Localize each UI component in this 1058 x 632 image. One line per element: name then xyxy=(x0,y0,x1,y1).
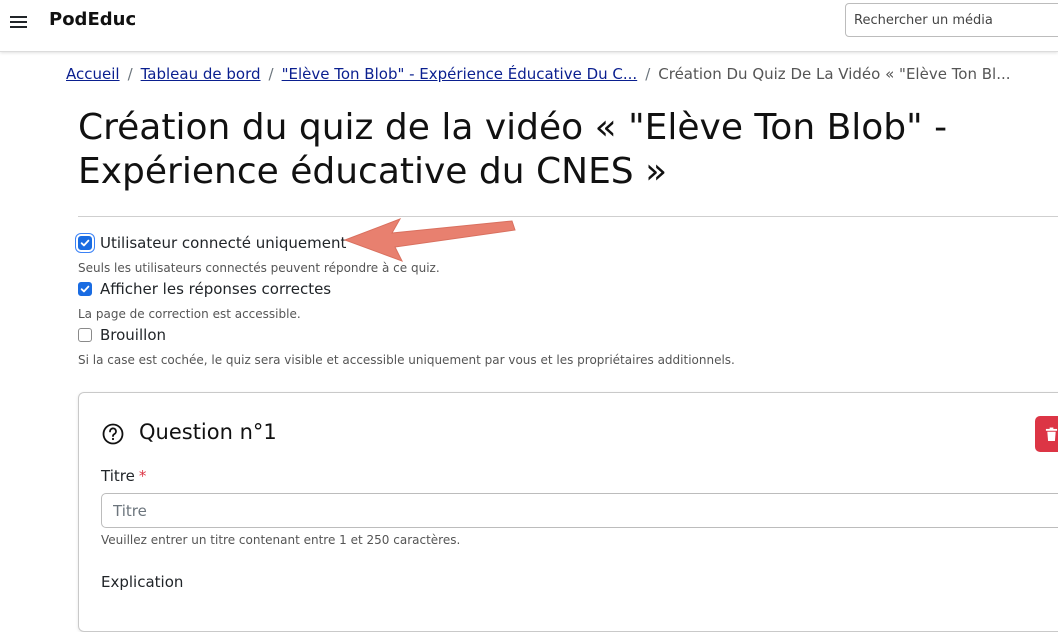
page-title: Création du quiz de la vidéo « "Elève To… xyxy=(78,107,948,192)
show-correct-answers-checkbox[interactable] xyxy=(78,282,92,296)
search-input[interactable] xyxy=(845,3,1058,37)
check-icon xyxy=(80,285,90,293)
breadcrumb-separator: / xyxy=(645,65,651,83)
title-input[interactable] xyxy=(101,493,1058,528)
show-correct-answers-help: La page de correction est accessible. xyxy=(78,307,301,321)
draft-checkbox[interactable] xyxy=(78,328,92,342)
draft-help: Si la case est cochée, le quiz sera visi… xyxy=(78,353,735,367)
question-circle-icon xyxy=(102,423,124,445)
title-field-label: Titre * xyxy=(101,467,146,485)
draft-label: Brouillon xyxy=(100,326,166,344)
annotation-arrow-icon xyxy=(343,218,516,262)
breadcrumb-current: Création Du Quiz De La Vidéo « "Elève To… xyxy=(658,65,1011,83)
title-label-text: Titre xyxy=(101,467,135,485)
top-navbar: PodEduc xyxy=(0,0,1058,52)
logged-in-only-checkbox[interactable] xyxy=(78,236,92,250)
breadcrumb-link-video[interactable]: "Elève Ton Blob" - Expérience Éducative … xyxy=(282,65,638,83)
breadcrumb-link-home[interactable]: Accueil xyxy=(66,65,120,83)
check-icon xyxy=(80,239,90,247)
trash-icon xyxy=(1045,427,1058,441)
title-help: Veuillez entrer un titre contenant entre… xyxy=(101,533,461,547)
option-show-correct-answers[interactable]: Afficher les réponses correctes xyxy=(78,280,331,298)
question-heading: Question n°1 xyxy=(139,420,277,444)
title-divider xyxy=(78,216,1058,217)
explanation-field-label: Explication xyxy=(101,573,184,591)
breadcrumb-separator: / xyxy=(127,65,133,83)
delete-question-button[interactable] xyxy=(1035,416,1058,452)
logged-in-only-label: Utilisateur connecté uniquement xyxy=(100,234,347,252)
option-draft[interactable]: Brouillon xyxy=(78,326,166,344)
hamburger-menu-icon[interactable] xyxy=(9,13,29,31)
brand-logo[interactable]: PodEduc xyxy=(49,9,136,30)
show-correct-answers-label: Afficher les réponses correctes xyxy=(100,280,332,298)
breadcrumb-separator: / xyxy=(268,65,274,83)
breadcrumb-link-dashboard[interactable]: Tableau de bord xyxy=(141,65,261,83)
option-logged-in-only[interactable]: Utilisateur connecté uniquement xyxy=(78,234,346,252)
breadcrumb: Accueil / Tableau de bord / "Elève Ton Blob"… xyxy=(66,65,1011,83)
required-asterisk: * xyxy=(138,467,147,485)
